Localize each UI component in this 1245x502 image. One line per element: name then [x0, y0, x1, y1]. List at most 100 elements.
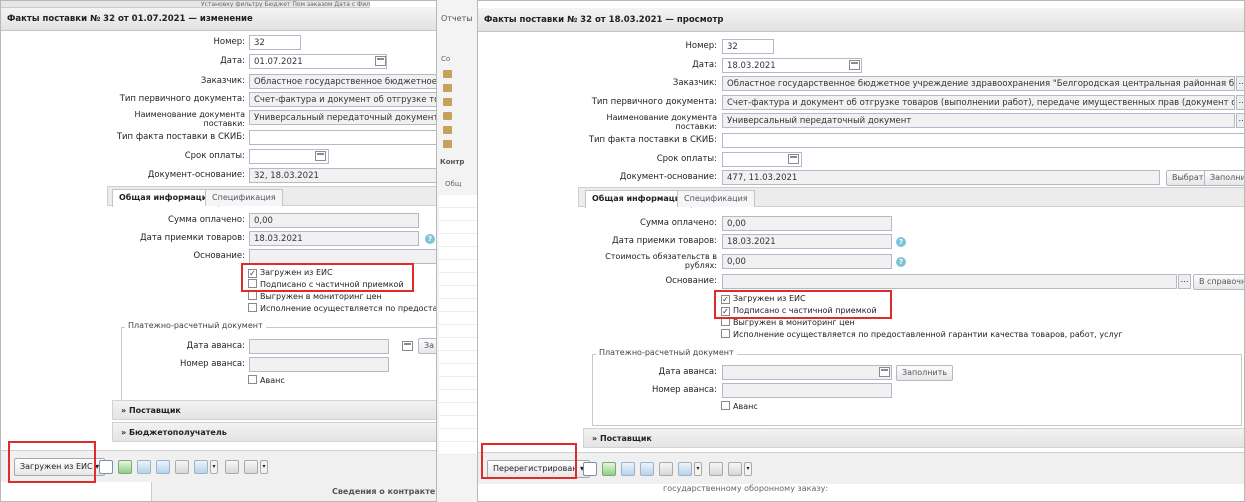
avans-date-label: Дата аванса: — [186, 341, 245, 351]
ellipsis-button[interactable]: … — [1236, 95, 1244, 110]
highlight-box — [241, 263, 414, 292]
skib-label: Тип факта поставки в СКИБ: — [116, 132, 245, 142]
calendar-icon[interactable] — [375, 56, 386, 66]
fill-button[interactable]: Заполнить — [1204, 170, 1244, 186]
data-field[interactable]: 01.07.2021 — [249, 54, 387, 69]
zakazchik-field[interactable]: Областное государственное бюджетное учре… — [722, 76, 1235, 91]
window-title: Факты поставки № 32 от 18.03.2021 — прос… — [478, 8, 1244, 32]
back-icon[interactable] — [137, 460, 151, 474]
ellipsis-button[interactable]: … — [1236, 76, 1244, 91]
nomer-field[interactable]: 32 — [249, 35, 301, 50]
avans-num-field[interactable] — [249, 357, 389, 372]
tip-label: Тип первичного документа: — [119, 94, 245, 104]
chevron-down-icon[interactable]: ▾ — [694, 462, 702, 476]
contract-info-header: Сведения о контракте в Е — [151, 482, 436, 501]
priemka-field[interactable]: 18.03.2021 — [249, 231, 419, 246]
below-label: государственному оборонному заказу: — [663, 484, 829, 493]
chevron-down-icon[interactable]: ▾ — [260, 460, 268, 474]
nomer-label: Номер: — [685, 41, 718, 51]
globe-icon[interactable] — [678, 462, 692, 476]
tip-field[interactable]: Счет-фактура и документ об отгрузке това… — [722, 95, 1235, 110]
check-avans[interactable]: Аванс — [721, 401, 758, 412]
avans-date-field[interactable] — [249, 339, 389, 354]
section-supplier[interactable]: » Поставщик — [583, 428, 1244, 448]
print-preview-icon[interactable] — [225, 460, 239, 474]
ellipsis-button[interactable]: … — [1236, 113, 1244, 128]
check-monitoring[interactable]: Выгружен в мониторинг цен — [248, 291, 382, 302]
checkbox-icon — [721, 329, 730, 338]
left-window: Установку фильтру Бюджет Пом заказом Дат… — [0, 0, 437, 502]
data-label: Дата: — [692, 60, 717, 70]
skib-label: Тип факта поставки в СКИБ: — [588, 135, 717, 145]
fill-button[interactable]: За — [418, 338, 436, 354]
payment-group-title: Платежно-расчетный документ — [125, 321, 266, 330]
naim-field[interactable]: Универсальный передаточный документ — [722, 113, 1235, 128]
background-list — [439, 195, 477, 455]
osnovanie-field[interactable] — [249, 249, 436, 264]
skib-field[interactable] — [249, 130, 436, 145]
calendar-icon[interactable] — [315, 151, 326, 161]
summa-field[interactable]: 0,00 — [722, 216, 892, 231]
section-supplier[interactable]: » Поставщик — [112, 400, 436, 420]
calendar-icon[interactable] — [788, 154, 799, 164]
refresh-icon[interactable] — [602, 462, 616, 476]
check-avans[interactable]: Аванс — [248, 375, 285, 386]
priemka-label: Дата приемки товаров: — [611, 236, 717, 246]
info-icon[interactable]: ? — [896, 257, 906, 267]
tab-specification[interactable]: Спецификация — [205, 189, 283, 206]
checkbox-icon — [721, 401, 730, 410]
nomer-field[interactable]: 32 — [722, 39, 774, 54]
osnov-field[interactable]: 477, 11.03.2021 — [722, 170, 1160, 185]
print-preview-icon[interactable] — [709, 462, 723, 476]
naim-field[interactable]: Универсальный передаточный документ — [249, 110, 436, 125]
osnovanie-field[interactable] — [722, 274, 1177, 289]
payment-group-title: Платежно-расчетный документ — [596, 348, 737, 357]
reference-button[interactable]: В справочник — [1193, 274, 1244, 290]
priemka-field[interactable]: 18.03.2021 — [722, 234, 892, 249]
chevron-down-icon[interactable]: ▾ — [744, 462, 752, 476]
print-icon[interactable] — [244, 460, 258, 474]
stoimost-field[interactable]: 0,00 — [722, 254, 892, 269]
highlight-box — [8, 441, 96, 483]
window-title: Факты поставки № 32 от 01.07.2021 — изме… — [1, 7, 436, 31]
document-icon[interactable] — [583, 462, 597, 476]
skib-field[interactable] — [722, 133, 1244, 148]
document-icon[interactable] — [99, 460, 113, 474]
background-filter-strip: Установку фильтру Бюджет Пом заказом Дат… — [1, 1, 370, 8]
background-header: Отчеты — [441, 14, 473, 23]
back-icon[interactable] — [621, 462, 635, 476]
print-icon[interactable] — [728, 462, 742, 476]
osnov-field[interactable]: 32, 18.03.2021 — [249, 168, 436, 183]
link-icon[interactable] — [640, 462, 654, 476]
check-guarantee[interactable]: Исполнение осуществляется по предоставл — [248, 303, 436, 314]
zakazchik-field[interactable]: Областное государственное бюджетное учре… — [249, 74, 436, 89]
avans-num-field[interactable] — [722, 383, 892, 398]
disabled-icon[interactable] — [175, 460, 189, 474]
calendar-icon[interactable] — [849, 60, 860, 70]
checkbox-icon — [248, 375, 257, 384]
checkbox-icon — [248, 291, 257, 300]
ellipsis-button[interactable]: … — [1178, 274, 1191, 289]
summa-field[interactable]: 0,00 — [249, 213, 419, 228]
check-guarantee[interactable]: Исполнение осуществляется по предоставле… — [721, 329, 1123, 340]
chevron-down-icon[interactable]: ▾ — [210, 460, 218, 474]
calendar-icon[interactable] — [879, 367, 890, 377]
data-field[interactable]: 18.03.2021 — [722, 58, 862, 73]
globe-icon[interactable] — [194, 460, 208, 474]
avans-date-field[interactable] — [722, 365, 892, 380]
calendar-icon[interactable] — [402, 341, 413, 351]
highlight-box — [714, 290, 892, 319]
tip-field[interactable]: Счет-фактура и документ об отгрузке това… — [249, 92, 436, 107]
folder-icon — [443, 70, 452, 78]
tab-general[interactable]: Общая информация — [112, 189, 220, 207]
info-icon[interactable]: ? — [896, 237, 906, 247]
fill-button[interactable]: Заполнить — [896, 365, 954, 381]
section-budget-recipient[interactable]: » Бюджетополучатель — [112, 422, 436, 442]
refresh-icon[interactable] — [118, 460, 132, 474]
link-icon[interactable] — [156, 460, 170, 474]
tab-specification[interactable]: Спецификация — [677, 190, 755, 207]
folder-icon — [443, 112, 452, 120]
background-tab: Со — [441, 55, 451, 63]
info-icon[interactable]: ? — [425, 234, 435, 244]
disabled-icon[interactable] — [659, 462, 673, 476]
